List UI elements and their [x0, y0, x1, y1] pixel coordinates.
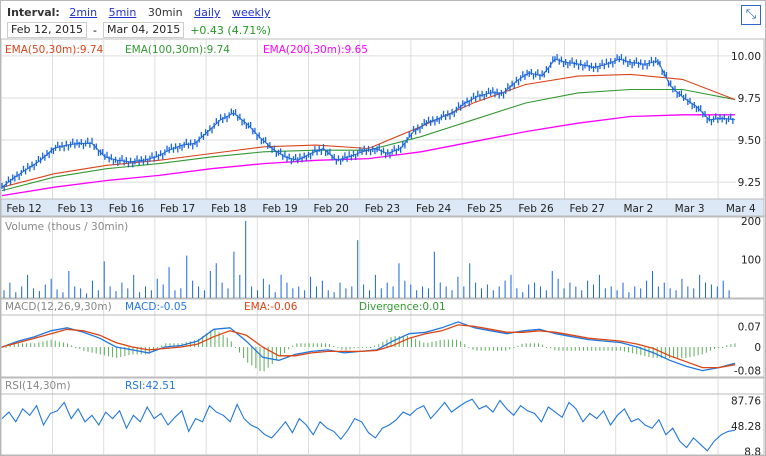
date-tick-label: Feb 25 — [467, 203, 502, 215]
price-tick-label: 9.75 — [738, 93, 761, 105]
date-tick-label: Feb 13 — [58, 203, 93, 215]
rsi-legend: RSI:42.51 — [125, 380, 176, 392]
divergence-legend: Divergence:0.01 — [359, 301, 446, 313]
macd-legend: MACD:-0.05 — [125, 301, 187, 313]
ema-legend-1: EMA(100,30m):9.74 — [125, 44, 230, 56]
date-tick-label: Mar 4 — [726, 203, 756, 215]
price-tick-label: 9.50 — [738, 135, 761, 147]
macd-tick-label: 0.07 — [738, 321, 761, 333]
date-tick-label: Feb 12 — [6, 203, 41, 215]
price-tick-label: 9.25 — [738, 177, 761, 189]
rsi-tick-label: 87.76 — [731, 396, 761, 408]
date-tick-label: Feb 26 — [518, 203, 554, 215]
date-tick-label: Feb 18 — [211, 203, 246, 215]
price-tick-label: 10.00 — [731, 51, 761, 63]
date-tick-label: Feb 24 — [416, 203, 452, 215]
macd-tick-label: 0 — [754, 342, 761, 354]
rsi-tick-label: 48.28 — [731, 421, 761, 433]
date-tick-label: Feb 23 — [365, 203, 400, 215]
rsi-tick-label: 8.8 — [744, 447, 761, 455]
rsi-panel — [1, 377, 765, 455]
stock-chart-widget: Interval: 2min 5min 30min daily weekly F… — [0, 0, 766, 456]
date-tick-label: Feb 17 — [160, 203, 195, 215]
date-tick-label: Feb 27 — [570, 203, 605, 215]
date-tick-label: Mar 3 — [675, 203, 705, 215]
rsi-title: RSI(14,30m) — [5, 380, 71, 392]
ema-legend-2: EMA(200,30m):9.65 — [263, 44, 368, 56]
macd-tick-label: -0.08 — [734, 366, 761, 378]
chart-canvas: 10.00 9.75 9.50 9.25 EMA(50,30m):9.74 EMA(100… — [1, 38, 765, 455]
date-tick-label: Mar 2 — [623, 203, 653, 215]
date-tick-label: Feb 16 — [109, 203, 145, 215]
date-tick-label: Feb 20 — [314, 203, 349, 215]
volume-tick-label: 200 — [741, 216, 761, 228]
date-tick-label: Feb 19 — [262, 203, 297, 215]
signal-legend: EMA:-0.06 — [244, 301, 298, 313]
volume-title: Volume (thous / 30min) — [5, 221, 128, 233]
macd-title: MACD(12,26,9,30m) — [5, 301, 112, 313]
ema-legend-0: EMA(50,30m):9.74 — [5, 44, 104, 56]
volume-tick-label: 100 — [741, 254, 761, 266]
